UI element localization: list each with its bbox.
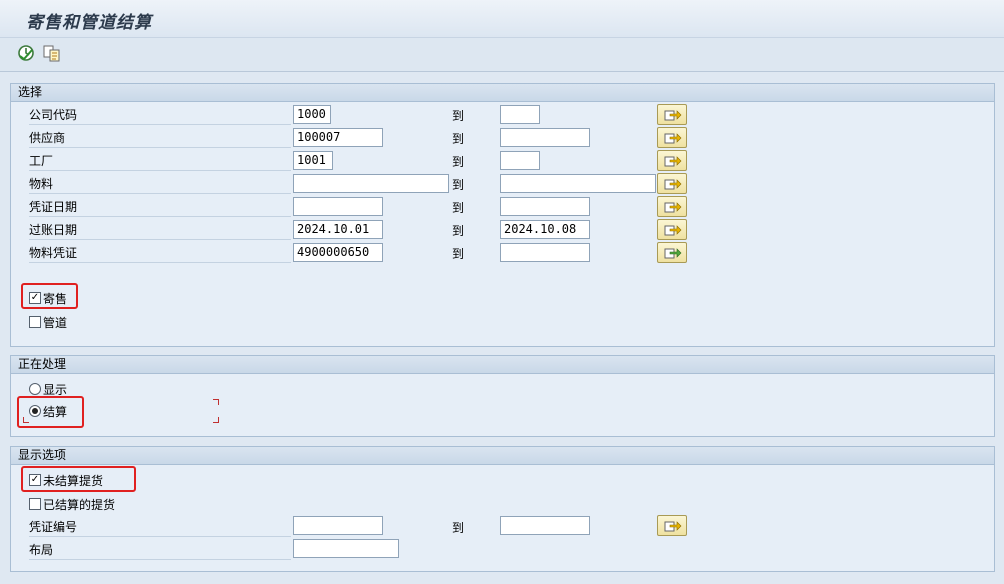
vendor-multiple-selection-button[interactable] <box>657 127 687 148</box>
to-label: 到 <box>452 247 465 261</box>
highlight-box <box>21 466 136 492</box>
row-underline <box>29 147 291 148</box>
company-code-multiple-selection-button[interactable] <box>657 104 687 125</box>
focus-corner-mark <box>213 417 219 423</box>
document-date-to-input[interactable] <box>500 197 590 216</box>
plant-label: 工厂 <box>29 154 54 168</box>
multiple-selection-arrow-icon <box>664 225 682 236</box>
page-title: 寄售和管道结算 <box>26 13 152 33</box>
to-label: 到 <box>452 155 465 169</box>
to-label: 到 <box>452 178 465 192</box>
to-label: 到 <box>452 109 465 123</box>
pipeline-checkbox[interactable] <box>29 316 41 328</box>
execute-clock-icon[interactable] <box>17 44 35 62</box>
multiple-selection-arrow-icon <box>664 179 682 190</box>
layout-label: 布局 <box>29 543 54 557</box>
row-underline <box>29 536 291 537</box>
company-code-from-input[interactable]: 1000 <box>293 105 331 124</box>
document-date-label: 凭证日期 <box>29 200 78 214</box>
multiple-selection-arrow-icon <box>664 248 682 259</box>
posting-date-label: 过账日期 <box>29 223 78 237</box>
highlight-box <box>21 283 78 309</box>
posting-date-from-input[interactable]: 2024.10.01 <box>293 220 383 239</box>
focus-corner-mark <box>23 417 29 423</box>
multiple-selection-arrow-icon <box>664 110 682 121</box>
processing-group: 正在处理 显示 结算 <box>10 355 995 437</box>
get-variant-icon[interactable] <box>43 44 61 62</box>
settled-receipts-label: 已结算的提货 <box>43 498 116 512</box>
to-label: 到 <box>452 132 465 146</box>
multiple-selection-arrow-icon <box>664 202 682 213</box>
vendor-label: 供应商 <box>29 131 66 145</box>
document-number-from-input[interactable] <box>293 516 383 535</box>
row-underline <box>29 559 291 560</box>
material-document-label: 物料凭证 <box>29 246 78 260</box>
document-date-multiple-selection-button[interactable] <box>657 196 687 217</box>
row-underline <box>29 193 291 194</box>
display-radio[interactable] <box>29 383 41 395</box>
focus-corner-mark <box>213 399 219 405</box>
material-document-multiple-selection-button[interactable] <box>657 242 687 263</box>
material-multiple-selection-button[interactable] <box>657 173 687 194</box>
vendor-from-input[interactable]: 100007 <box>293 128 383 147</box>
multiple-selection-arrow-icon <box>664 133 682 144</box>
multiple-selection-arrow-icon <box>664 156 682 167</box>
company-code-label: 公司代码 <box>29 108 78 122</box>
material-document-to-input[interactable] <box>500 243 590 262</box>
plant-multiple-selection-button[interactable] <box>657 150 687 171</box>
plant-to-input[interactable] <box>500 151 540 170</box>
material-from-input[interactable] <box>293 174 449 193</box>
display-options-group-header: 显示选项 <box>11 447 994 465</box>
row-underline <box>29 216 291 217</box>
display-options-group: 显示选项 ✓ 未结算提货 已结算的提货 凭证编号 到 布局 <box>10 446 995 572</box>
pipeline-label: 管道 <box>43 316 68 330</box>
row-underline <box>29 239 291 240</box>
posting-date-multiple-selection-button[interactable] <box>657 219 687 240</box>
to-label: 到 <box>452 201 465 215</box>
selection-group-header: 选择 <box>11 84 994 102</box>
row-underline <box>29 262 291 263</box>
row-underline <box>29 124 291 125</box>
material-document-from-input[interactable]: 4900000650 <box>293 243 383 262</box>
layout-input[interactable] <box>293 539 399 558</box>
settled-receipts-checkbox[interactable] <box>29 498 41 510</box>
company-code-to-input[interactable] <box>500 105 540 124</box>
multiple-selection-arrow-icon <box>664 521 682 532</box>
highlight-box <box>17 396 84 428</box>
posting-date-to-input[interactable]: 2024.10.08 <box>500 220 590 239</box>
document-number-to-input[interactable] <box>500 516 590 535</box>
to-label: 到 <box>452 224 465 238</box>
row-underline <box>29 170 291 171</box>
material-to-input[interactable] <box>500 174 656 193</box>
selection-group: 选择 公司代码 1000 到 供应商 100007 到 工厂 1001 到 物料… <box>10 83 995 347</box>
plant-from-input[interactable]: 1001 <box>293 151 333 170</box>
document-number-multiple-selection-button[interactable] <box>657 515 687 536</box>
vendor-to-input[interactable] <box>500 128 590 147</box>
title-bar: 寄售和管道结算 <box>0 0 1004 38</box>
document-number-label: 凭证编号 <box>29 520 78 534</box>
processing-group-header: 正在处理 <box>11 356 994 374</box>
document-date-from-input[interactable] <box>293 197 383 216</box>
to-label: 到 <box>452 521 465 535</box>
material-label: 物料 <box>29 177 54 191</box>
application-toolbar <box>0 38 1004 72</box>
